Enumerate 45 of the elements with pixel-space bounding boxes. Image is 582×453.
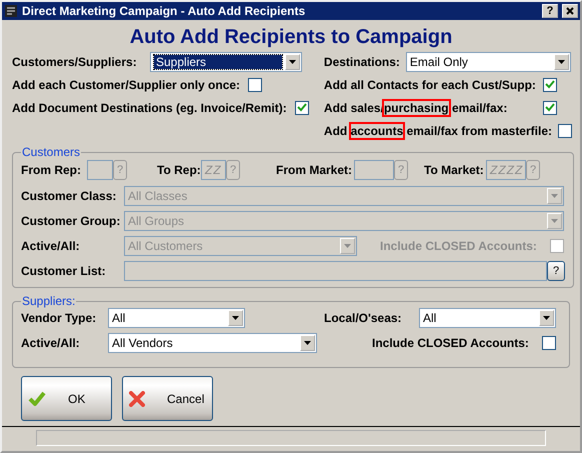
field-label: Include CLOSED Accounts: <box>380 239 538 253</box>
dropdown[interactable]: All <box>108 308 245 328</box>
ok-button[interactable]: OK <box>21 376 112 421</box>
checkbox[interactable] <box>294 100 309 114</box>
window-title: Direct Marketing Campaign - Auto Add Recipients <box>22 4 306 18</box>
dropdown[interactable]: Suppliers <box>150 52 302 72</box>
field-label: Customer Class: <box>21 189 118 203</box>
field-label: From Rep: <box>21 163 82 177</box>
field-label: To Rep: <box>157 163 201 177</box>
dropdown[interactable]: Email Only <box>406 52 571 72</box>
app-icon <box>4 4 18 18</box>
field-label: Vendor Type: <box>21 311 98 325</box>
check-icon <box>296 103 307 112</box>
group-title: Customers <box>21 145 82 159</box>
check-icon <box>544 103 555 112</box>
checkbox[interactable] <box>248 78 262 92</box>
dialog-heading: Auto Add Recipients to Campaign <box>128 26 454 49</box>
close-icon <box>566 7 574 15</box>
field-label: To Market: <box>424 163 485 177</box>
field-label: Include CLOSED Accounts: <box>372 336 530 350</box>
field-label: Active/All: <box>21 336 81 350</box>
field-label: Customer List: <box>21 264 107 278</box>
field-label: Add each Customer/Supplier only once: <box>12 78 240 92</box>
field-label: Active/All: <box>21 239 81 253</box>
dropdown[interactable]: All <box>419 308 556 328</box>
group-title: Suppliers: <box>21 294 76 308</box>
field-label: Customer Group: <box>21 214 122 228</box>
check-icon <box>544 80 555 89</box>
field-label: Local/O'seas: <box>324 311 403 325</box>
checkbox[interactable] <box>542 78 557 92</box>
checkbox[interactable] <box>542 336 556 350</box>
field-label: Destinations: <box>324 54 400 68</box>
cross-icon <box>129 390 145 406</box>
field-label: From Market: <box>276 163 354 177</box>
field-label: Add Document Destinations (eg. Invoice/Remit): <box>12 100 287 114</box>
dropdown[interactable]: All Vendors <box>108 333 317 353</box>
field-label: Customers/Suppliers: <box>12 54 138 68</box>
close-button[interactable] <box>562 4 578 18</box>
help-button[interactable]: ? <box>542 4 558 18</box>
cancel-button[interactable]: Cancel <box>122 376 213 421</box>
checkbox[interactable] <box>558 124 572 138</box>
check-icon <box>28 390 46 406</box>
field-label: Add accounts email/fax from masterfile: <box>324 124 552 138</box>
field-label: Add all Contacts for each Cust/Supp: <box>324 78 536 92</box>
checkbox[interactable] <box>542 100 557 114</box>
